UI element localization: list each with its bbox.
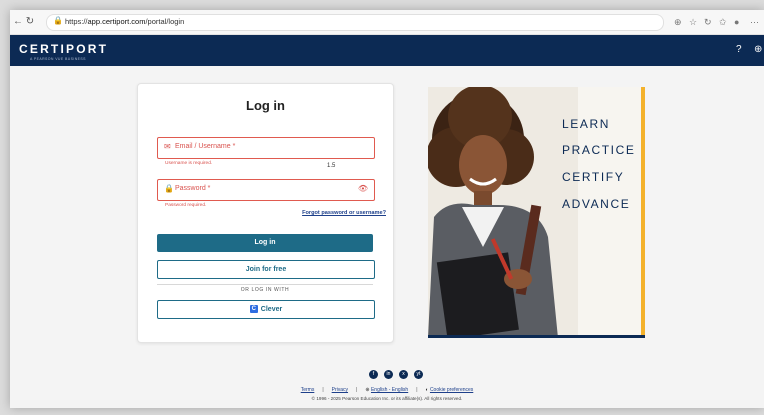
separator: | — [356, 387, 358, 393]
envelope-icon: ✉ — [164, 142, 171, 151]
join-button[interactable]: Join for free — [157, 260, 375, 279]
youtube-icon[interactable]: yt — [414, 370, 423, 379]
language-icon[interactable]: ⊕ — [754, 44, 762, 55]
hero-word: PRACTICE — [562, 143, 636, 157]
logo-tagline: A PEARSON VUE BUSINESS — [30, 57, 86, 61]
footer-links: Terms | Privacy | ⊕ English - English | ◐ Cook… — [10, 387, 764, 393]
email-error: Username is required. — [165, 161, 213, 166]
help-icon[interactable]: ? — [736, 44, 742, 55]
email-field[interactable]: ✉ Email / Username * — [157, 137, 375, 159]
browser-toolbar: ← ↻ 🔒 https://app.certiport.com/portal/l… — [10, 10, 764, 35]
collections-icon[interactable]: ✩ — [719, 15, 727, 29]
clever-login-button[interactable]: C Clever — [157, 300, 375, 319]
separator: | — [322, 387, 324, 393]
email-label: Email / Username * — [175, 143, 236, 150]
profile-icon[interactable]: ● — [734, 15, 739, 29]
divider — [157, 284, 373, 285]
hero-image: LEARN PRACTICE CERTIFY ADVANCE — [428, 87, 645, 338]
forgot-password-link[interactable]: Forgot password or username? — [302, 210, 386, 216]
login-button[interactable]: Log in — [157, 234, 373, 252]
zoom-icon[interactable]: ⊕ — [674, 15, 682, 29]
reload-icon[interactable]: ↻ — [24, 15, 36, 29]
login-card: Log in ✉ Email / Username * Username is … — [137, 83, 394, 343]
password-error: Password required. — [165, 203, 207, 208]
address-bar-url[interactable]: https://app.certiport.com/portal/login — [65, 17, 184, 26]
hero-word: LEARN — [562, 117, 611, 131]
hero-bottom-border — [428, 335, 645, 338]
address-bar[interactable]: 🔒 https://app.certiport.com/portal/login — [46, 14, 664, 31]
hero-word: ADVANCE — [562, 197, 631, 211]
clever-label: Clever — [260, 306, 283, 313]
clever-icon: C — [249, 305, 258, 314]
language-link[interactable]: English - English — [371, 387, 408, 393]
lock-icon: 🔒 — [164, 184, 174, 193]
overlay-number: 1.5 — [327, 163, 336, 169]
password-field[interactable]: 🔒 Password * 👁 — [157, 179, 375, 201]
more-menu-icon[interactable]: ⋯ — [750, 15, 759, 29]
hide-password-icon[interactable]: 👁 — [358, 184, 368, 193]
favorite-icon[interactable]: ☆ — [689, 15, 697, 29]
or-login-with: OR LOG IN WITH — [240, 287, 290, 293]
terms-link[interactable]: Terms — [301, 387, 315, 393]
login-title: Log in — [246, 98, 285, 113]
cookie-preferences-link[interactable]: Cookie preferences — [430, 387, 473, 393]
student-illustration — [428, 87, 645, 338]
linkedin-icon[interactable]: in — [384, 370, 393, 379]
separator: | — [416, 387, 418, 393]
password-label: Password * — [175, 185, 211, 192]
lock-icon: 🔒 — [53, 16, 63, 25]
back-icon[interactable]: ← — [12, 15, 24, 29]
browser-window: ← ↻ 🔒 https://app.certiport.com/portal/l… — [10, 10, 764, 408]
certiport-logo[interactable]: CERTIPORT — [19, 42, 108, 56]
x-icon[interactable]: x — [399, 370, 408, 379]
copyright: © 1996 - 2025 Pearson Education Inc. or … — [311, 396, 463, 401]
hero-word: CERTIFY — [562, 170, 625, 184]
refresh-icon[interactable]: ↻ — [704, 15, 712, 29]
accent-stripe — [641, 87, 645, 338]
facebook-icon[interactable]: f — [369, 370, 378, 379]
site-header: CERTIPORT A PEARSON VUE BUSINESS ? ⊕ — [10, 35, 764, 66]
privacy-link[interactable]: Privacy — [332, 387, 348, 393]
